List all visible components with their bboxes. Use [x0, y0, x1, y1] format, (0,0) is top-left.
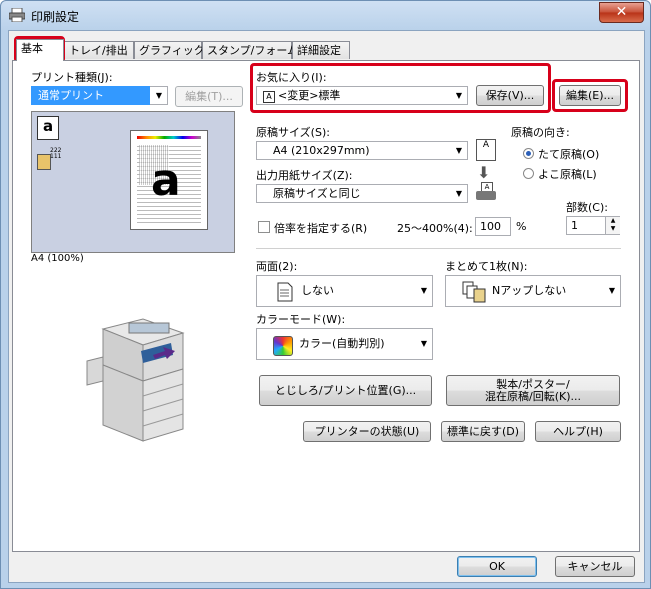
duplex-label: 両面(2): — [256, 260, 298, 273]
orientation-landscape-radio[interactable] — [523, 168, 534, 179]
color-palette-icon — [273, 336, 293, 356]
printer-output-icon: A — [476, 182, 496, 202]
tab-tray-output[interactable]: トレイ/排出 — [64, 41, 134, 59]
printer-icon — [9, 8, 25, 22]
booklet-line2: 混在原稿/回転(K)... — [485, 390, 581, 403]
tab-graphics[interactable]: グラフィックス — [134, 41, 215, 59]
booklet-poster-button[interactable]: 製本/ポスター/混在原稿/回転(K)... — [446, 375, 620, 406]
arrow-down-icon: ⬇ — [477, 163, 491, 182]
dialog-client: 基本 トレイ/排出 グラフィックス スタンプ/フォーム 詳細設定 プリント種類(… — [8, 30, 645, 583]
tab-label: 詳細設定 — [297, 44, 341, 57]
print-type-label: プリント種類(J): — [31, 71, 113, 84]
help-button[interactable]: ヘルプ(H) — [535, 421, 621, 442]
basic-tab-panel: プリント種類(J): 通常プリント ▼ 編集(T)... a 222 111 a… — [12, 60, 640, 552]
chevron-down-icon: ▼ — [455, 146, 462, 155]
paper-size-icon: A — [476, 139, 496, 161]
print-type-edit-button[interactable]: 編集(T)... — [175, 86, 243, 107]
title-bar[interactable]: 印刷設定 ✕ — [1, 1, 650, 29]
print-type-value: 通常プリント — [38, 89, 104, 102]
color-mode-select[interactable]: カラー(自動判別) ▼ — [256, 328, 433, 360]
binding-margin-button[interactable]: とじしろ/プリント位置(G)... — [259, 375, 432, 406]
copies-label: 部数(C): — [566, 201, 608, 214]
output-size-value: 原稿サイズと同じ — [273, 187, 361, 200]
scale-label: 倍率を指定する(R) — [274, 222, 368, 235]
highlight-favorites-edit — [552, 79, 628, 112]
printer-status-button[interactable]: プリンターの状態(U) — [303, 421, 431, 442]
nup-label: まとめて1枚(N): — [445, 260, 528, 273]
scale-checkbox[interactable] — [258, 221, 270, 233]
nup-pages-icon — [462, 281, 486, 303]
output-size-select[interactable]: 原稿サイズと同じ ▼ — [256, 184, 468, 203]
scale-range-label: 25～400%(4): — [397, 222, 473, 235]
simplex-page-icon — [277, 282, 293, 302]
tab-label: トレイ/排出 — [69, 44, 128, 57]
nup-select[interactable]: Nアップしない ▼ — [445, 275, 621, 307]
output-size-label: 出力用紙サイズ(Z): — [256, 169, 353, 182]
color-doc-icon: a — [37, 116, 59, 140]
collate-numbers: 222 111 — [50, 147, 62, 160]
duplex-select[interactable]: しない ▼ — [256, 275, 433, 307]
spin-down-icon[interactable]: ▼ — [606, 225, 620, 233]
tab-basic[interactable]: 基本 — [16, 39, 64, 61]
paper-size-label: 原稿サイズ(S): — [256, 126, 330, 139]
print-settings-window: 印刷設定 ✕ 基本 トレイ/排出 グラフィックス スタンプ/フォーム 詳細設定 … — [0, 0, 651, 589]
preview-letter: a — [151, 155, 181, 206]
color-mode-value: カラー(自動判別) — [299, 337, 385, 350]
tab-label: スタンプ/フォーム — [207, 44, 299, 57]
restore-defaults-button[interactable]: 標準に戻す(D) — [441, 421, 525, 442]
orientation-landscape-label: よこ原稿(L) — [538, 168, 597, 181]
highlight-favorites — [250, 63, 551, 113]
printer-illustration — [86, 318, 185, 442]
tab-advanced[interactable]: 詳細設定 — [292, 41, 350, 59]
chevron-down-icon: ▼ — [608, 286, 615, 295]
cancel-button[interactable]: キャンセル — [555, 556, 635, 577]
copies-spinner[interactable]: ▲ ▼ — [605, 217, 620, 234]
separator — [256, 248, 621, 249]
chevron-down-icon: ▼ — [155, 91, 162, 100]
orientation-portrait-radio[interactable] — [523, 148, 534, 159]
tab-stamp-form[interactable]: スタンプ/フォーム — [202, 41, 298, 59]
collate-icon: 222 111 — [37, 146, 61, 176]
scale-input[interactable]: 100 — [475, 217, 511, 236]
print-type-dropdown[interactable]: ▼ — [150, 86, 168, 105]
preview-paper: a — [130, 130, 208, 230]
color-mode-label: カラーモード(W): — [256, 313, 346, 326]
scale-unit: % — [516, 220, 527, 233]
orientation-label: 原稿の向き: — [511, 126, 570, 139]
preview-pane: a 222 111 a — [31, 111, 235, 253]
chevron-down-icon: ▼ — [455, 189, 462, 198]
paper-size-value: A4 (210x297mm) — [273, 144, 370, 157]
window-title: 印刷設定 — [31, 10, 80, 24]
tab-label: 基本 — [21, 42, 43, 55]
duplex-value: しない — [301, 284, 334, 297]
print-type-select[interactable]: 通常プリント — [31, 86, 167, 105]
chevron-down-icon: ▼ — [420, 286, 427, 295]
chevron-down-icon: ▼ — [420, 339, 427, 348]
preview-caption: A4 (100%) — [31, 253, 84, 264]
nup-value: Nアップしない — [492, 284, 567, 297]
ok-button[interactable]: OK — [457, 556, 537, 577]
paper-size-select[interactable]: A4 (210x297mm) ▼ — [256, 141, 468, 160]
close-button[interactable]: ✕ — [599, 2, 644, 23]
spin-up-icon[interactable]: ▲ — [606, 217, 620, 225]
orientation-portrait-label: たて原稿(O) — [538, 148, 600, 161]
